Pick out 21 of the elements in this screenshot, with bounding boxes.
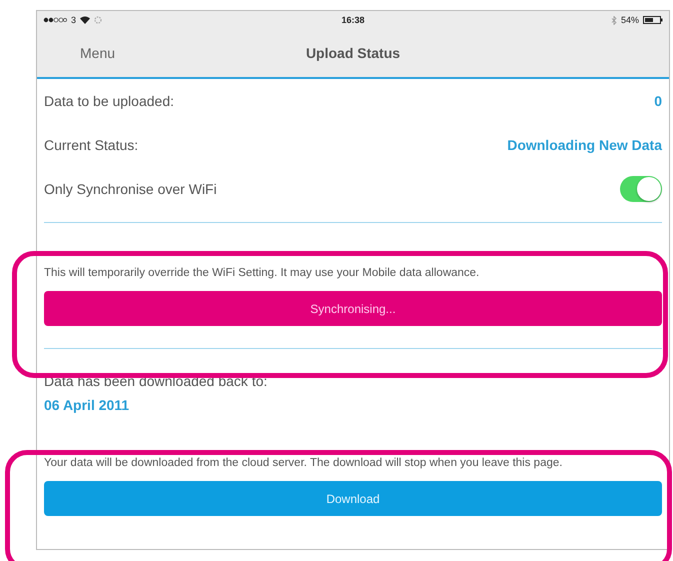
synchronise-button[interactable]: Synchronising...: [44, 291, 662, 326]
carrier-name: 3: [71, 15, 76, 25]
download-button[interactable]: Download: [44, 481, 662, 516]
battery-percentage: 54%: [620, 15, 639, 25]
row-label: Only Synchronise over WiFi: [44, 181, 217, 197]
page-title: Upload Status: [306, 45, 400, 61]
activity-icon: [94, 16, 102, 24]
row-label: Current Status:: [44, 137, 138, 153]
signal-icon: [43, 17, 67, 23]
row-value: Downloading New Data: [507, 137, 662, 153]
back-button[interactable]: Menu: [37, 45, 306, 61]
downloaded-date: 06 April 2011: [44, 397, 130, 413]
row-label: Data to be uploaded:: [44, 93, 174, 109]
section-description: Your data will be downloaded from the cloud server. The download will stop when you leave this page.: [44, 457, 564, 469]
wifi-icon: [80, 16, 90, 24]
bluetooth-icon: [610, 16, 617, 24]
battery-icon: [643, 16, 663, 24]
section-description: This will temporarily override the WiFi Setting. It may use your Mobile data allowance.: [44, 267, 480, 279]
row-value: 0: [654, 93, 662, 109]
wifi-toggle[interactable]: [620, 176, 662, 202]
clock-time: 16:38: [341, 15, 365, 25]
